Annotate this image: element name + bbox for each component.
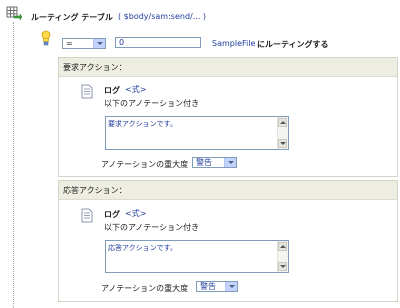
response-actions-panel: 応答アクション： ログ <式> 以下のアノテーション付き 応答アクションです。 … bbox=[58, 180, 398, 302]
response-annotation-textarea[interactable]: 応答アクションです。 bbox=[105, 240, 289, 273]
response-severity-value: 警告 bbox=[200, 282, 216, 291]
request-actions-panel: 要求アクション： ログ <式> 以下のアノテーション付き 要求アクションです。 … bbox=[58, 57, 398, 177]
request-severity-label: アノテーションの重大度 bbox=[101, 160, 189, 169]
route-target-suffix: にルーティングする bbox=[257, 40, 329, 49]
request-annotation-label: 以下のアノテーション付き bbox=[104, 99, 200, 108]
request-annotation-scrollbar[interactable] bbox=[277, 117, 288, 149]
request-expression-link[interactable]: <式> bbox=[125, 84, 146, 95]
scroll-down-icon[interactable] bbox=[278, 139, 287, 148]
response-severity-select[interactable]: 警告 bbox=[196, 281, 238, 292]
response-actions-header: 応答アクション： bbox=[59, 181, 397, 200]
log-document-icon bbox=[81, 84, 93, 99]
request-log-label: ログ bbox=[104, 86, 120, 95]
routing-table-icon[interactable] bbox=[6, 6, 23, 22]
condition-value-text: 0 bbox=[119, 38, 125, 47]
condition-operator-select[interactable]: = bbox=[62, 38, 106, 49]
request-actions-header: 要求アクション： bbox=[59, 58, 397, 77]
response-severity-label: アノテーションの重大度 bbox=[101, 284, 189, 293]
chevron-down-icon[interactable] bbox=[93, 39, 105, 48]
scroll-up-icon[interactable] bbox=[278, 118, 287, 127]
log-document-icon bbox=[81, 208, 93, 223]
request-annotation-text: 要求アクションです。 bbox=[108, 120, 177, 128]
routing-expression-link[interactable]: ( $body/sam:send/... ) bbox=[118, 12, 206, 21]
tree-connector-line bbox=[13, 22, 14, 308]
request-actions-title: 要求アクション： bbox=[63, 63, 127, 72]
scroll-up-icon[interactable] bbox=[278, 242, 287, 251]
request-annotation-textarea[interactable]: 要求アクションです。 bbox=[105, 116, 289, 150]
routing-table-title: ルーティング テーブル bbox=[31, 13, 113, 22]
condition-lightbulb-icon[interactable] bbox=[40, 30, 52, 46]
response-log-label: ログ bbox=[104, 210, 120, 219]
request-severity-select[interactable]: 警告 bbox=[192, 157, 237, 168]
response-annotation-label: 以下のアノテーション付き bbox=[104, 223, 200, 232]
response-actions-title: 応答アクション： bbox=[63, 186, 127, 195]
response-annotation-text: 応答アクションです。 bbox=[108, 244, 177, 252]
chevron-down-icon[interactable] bbox=[224, 158, 236, 167]
condition-value-input[interactable]: 0 bbox=[115, 37, 201, 48]
response-expression-link[interactable]: <式> bbox=[125, 208, 146, 219]
scroll-down-icon[interactable] bbox=[278, 262, 287, 271]
chevron-down-icon[interactable] bbox=[225, 282, 237, 291]
response-annotation-scrollbar[interactable] bbox=[277, 241, 288, 272]
route-target-link[interactable]: SampleFile bbox=[212, 39, 255, 48]
condition-operator-value: = bbox=[66, 39, 73, 48]
request-severity-value: 警告 bbox=[196, 158, 212, 167]
